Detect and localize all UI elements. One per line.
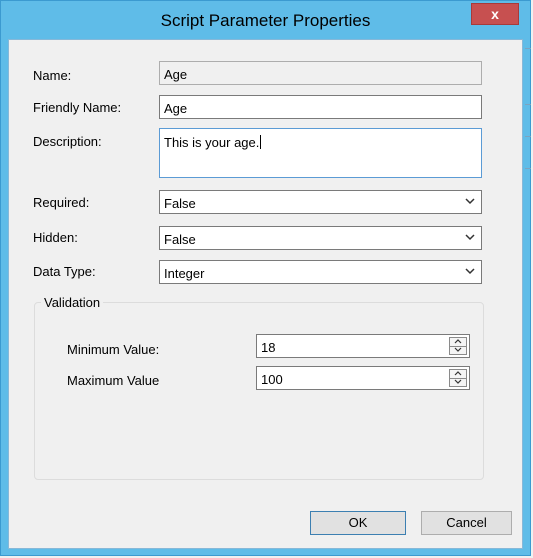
hidden-value: False	[164, 232, 196, 247]
chevron-up-icon	[454, 371, 462, 376]
data-type-value: Integer	[164, 266, 205, 281]
minimum-value-spinner	[449, 337, 467, 355]
minimum-value: 18	[261, 340, 276, 355]
maximum-value-label: Maximum Value	[67, 373, 160, 388]
validation-group: Validation Minimum Value: 18 Maximum Val…	[34, 295, 484, 480]
validation-legend: Validation	[41, 295, 104, 310]
name-label: Name:	[33, 68, 72, 83]
chevron-down-icon	[465, 198, 475, 205]
close-button[interactable]: x	[471, 3, 519, 25]
dialog-content: Name: Age Friendly Name: Age Description…	[8, 39, 523, 549]
title-bar[interactable]: Script Parameter Properties x	[1, 1, 530, 39]
required-label: Required:	[33, 195, 90, 210]
cancel-button[interactable]: Cancel	[421, 511, 512, 535]
hidden-label: Hidden:	[33, 230, 78, 245]
required-value: False	[164, 196, 196, 211]
description-field[interactable]: This is your age.	[159, 128, 482, 178]
description-label: Description:	[33, 134, 102, 149]
background-window-edge	[523, 48, 531, 538]
chevron-down-icon	[454, 347, 462, 352]
friendly-name-label: Friendly Name:	[33, 100, 122, 115]
maximum-value-input[interactable]: 100	[256, 366, 470, 390]
maximum-value-spinner	[449, 369, 467, 387]
chevron-down-icon	[454, 379, 462, 384]
data-type-select[interactable]: Integer	[159, 260, 482, 284]
dialog-window: Script Parameter Properties x Name: Age …	[0, 0, 531, 556]
chevron-down-icon	[465, 268, 475, 275]
chevron-down-icon	[465, 234, 475, 241]
maximum-value: 100	[261, 372, 283, 387]
close-icon: x	[491, 6, 499, 22]
name-field[interactable]: Age	[159, 61, 482, 85]
description-text: This is your age.	[164, 135, 260, 150]
data-type-label: Data Type:	[33, 264, 96, 279]
minimum-value-label: Minimum Value:	[67, 342, 160, 357]
dialog-title: Script Parameter Properties	[160, 11, 371, 30]
ok-button[interactable]: OK	[310, 511, 406, 535]
required-select[interactable]: False	[159, 190, 482, 214]
text-caret	[260, 135, 262, 149]
minimum-value-input[interactable]: 18	[256, 334, 470, 358]
friendly-name-field[interactable]: Age	[159, 95, 482, 119]
spin-down-button[interactable]	[450, 378, 466, 386]
chevron-up-icon	[454, 339, 462, 344]
spin-down-button[interactable]	[450, 346, 466, 354]
hidden-select[interactable]: False	[159, 226, 482, 250]
